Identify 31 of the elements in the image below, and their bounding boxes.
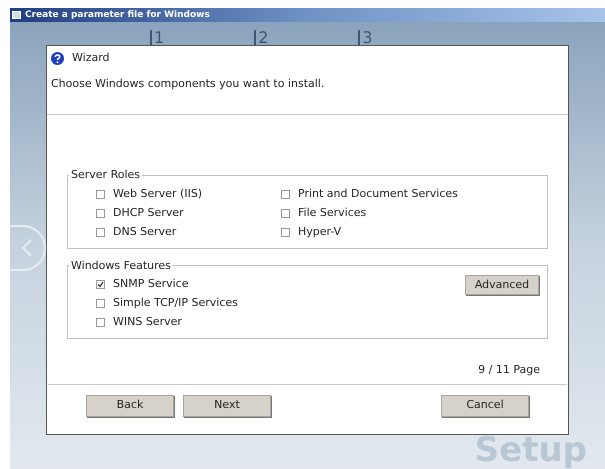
back-button[interactable]: Back: [86, 394, 174, 416]
checkbox[interactable]: [96, 208, 105, 218]
advanced-button[interactable]: Advanced: [465, 275, 539, 295]
checkbox[interactable]: [96, 318, 105, 327]
checkbox-label: Print and Document Services: [298, 186, 458, 202]
group-title: Server Roles: [70, 167, 142, 183]
checkbox[interactable]: [96, 228, 105, 236]
checkbox[interactable]: [281, 228, 290, 236]
window-title: Create a parameter file for Windows: [25, 10, 210, 20]
checkbox[interactable]: [281, 208, 290, 218]
dialog-title: Wizard: [72, 50, 110, 66]
next-button[interactable]: Next: [183, 394, 271, 416]
checkbox-label: DHCP Server: [113, 204, 184, 221]
checkmark-icon: [97, 281, 104, 288]
checkbox[interactable]: [96, 280, 105, 289]
checkbox-label: Simple TCP/IP Services: [113, 295, 238, 312]
checkbox-label: Web Server (IIS): [113, 186, 202, 202]
page-indicator: 9 / 11 Page: [478, 362, 540, 378]
instruction-text: Choose Windows components you want to install.: [51, 77, 324, 90]
checkbox-label: SNMP Service: [113, 276, 188, 292]
cancel-button[interactable]: Cancel: [441, 394, 529, 416]
app-icon: [12, 11, 21, 19]
group-title: Windows Features: [70, 258, 172, 274]
checkbox-label: Hyper-V: [298, 224, 342, 240]
checkbox-label: File Services: [298, 204, 366, 221]
checkbox[interactable]: [281, 190, 290, 198]
checkbox-label: DNS Server: [113, 224, 176, 240]
checkbox[interactable]: [96, 299, 105, 308]
checkbox[interactable]: [96, 190, 105, 198]
help-icon: [51, 52, 64, 64]
checkbox-label: WINS Server: [113, 314, 182, 330]
